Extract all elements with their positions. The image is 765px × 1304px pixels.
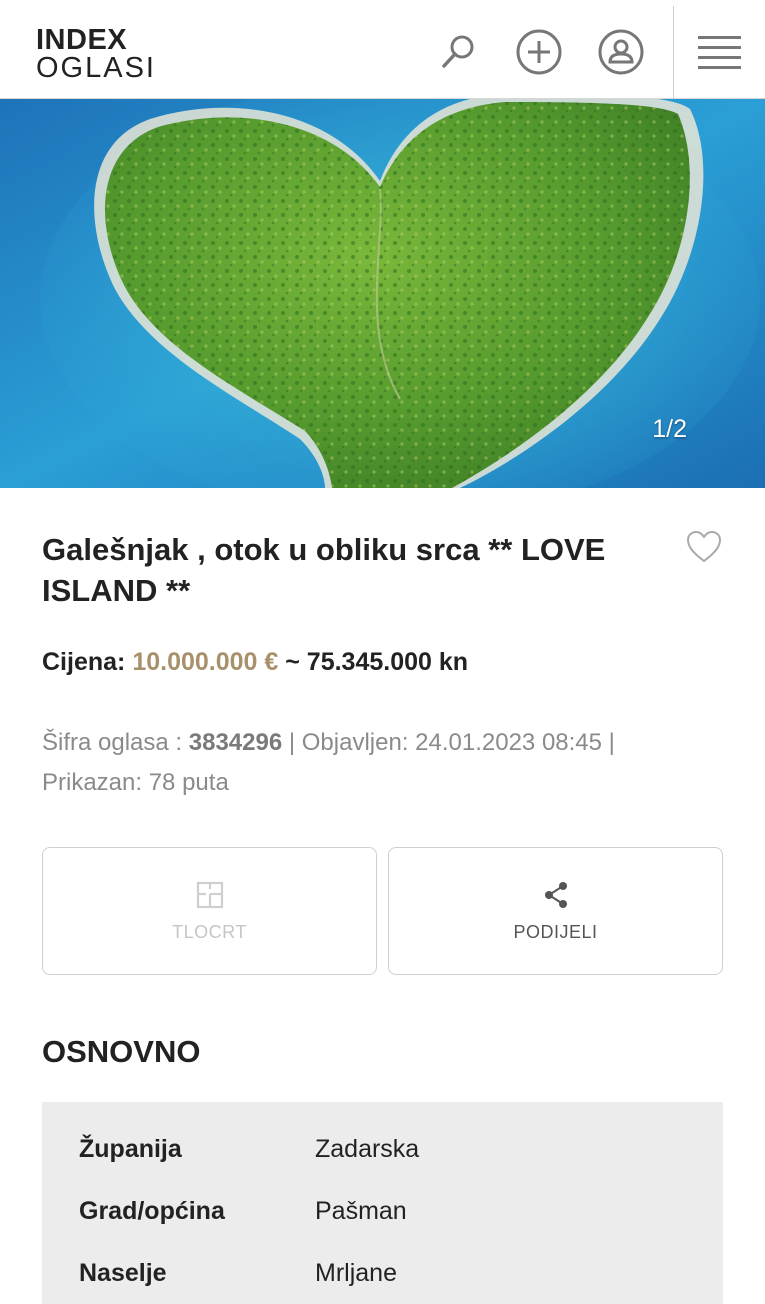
listing-id-label: Šifra oglasa :	[42, 729, 183, 756]
add-icon[interactable]	[515, 28, 563, 76]
listing-id-value: 3834296	[188, 729, 283, 756]
info-key: Županija	[79, 1135, 182, 1163]
price-eur: 10.000.000 €	[132, 648, 279, 676]
price-label: Cijena:	[42, 648, 126, 676]
info-value: Pašman	[315, 1197, 407, 1225]
heart-icon[interactable]	[686, 530, 722, 564]
heart-island-image	[0, 99, 765, 488]
info-value: Mrljane	[315, 1259, 397, 1287]
info-key: Grad/općina	[79, 1197, 225, 1225]
info-key: Naselje	[79, 1259, 167, 1287]
share-icon	[541, 880, 571, 910]
price-line: Cijena: 10.000.000 € ~ 75.345.000 kn	[42, 648, 468, 677]
menu-icon[interactable]	[698, 36, 742, 70]
share-label: PODIJELI	[513, 921, 598, 942]
basic-info-table: Županija Zadarska Grad/općina Pašman Nas…	[42, 1102, 723, 1304]
search-icon[interactable]	[434, 28, 482, 76]
header-divider	[673, 6, 674, 98]
listing-meta: Šifra oglasa : 3834296 | Objavljen: 24.0…	[42, 723, 702, 803]
share-button[interactable]: PODIJELI	[388, 847, 723, 975]
listing-views: Prikazan: 78 puta	[42, 769, 229, 796]
user-icon[interactable]	[597, 28, 645, 76]
photo-counter: 1/2	[652, 415, 687, 443]
logo-bottom-text: OGLASI	[36, 52, 156, 84]
listing-photo[interactable]: 1/2	[0, 99, 765, 488]
index-oglasi-logo[interactable]: INDEX OGLASI	[36, 26, 156, 83]
floor-plan-button[interactable]: TLOCRT	[42, 847, 377, 975]
section-title-basic: OSNOVNO	[42, 1034, 201, 1069]
listing-published: | Objavljen: 24.01.2023 08:45 |	[288, 729, 615, 756]
logo-top-text: INDEX	[36, 24, 128, 56]
info-value: Zadarska	[315, 1135, 420, 1163]
price-kn: ~ 75.345.000 kn	[285, 648, 469, 676]
top-header: INDEX OGLASI	[0, 0, 765, 99]
floor-plan-icon	[195, 880, 225, 910]
listing-title: Galešnjak , otok u obliku srca ** LOVE I…	[42, 532, 606, 608]
floor-plan-label: TLOCRT	[172, 921, 247, 942]
